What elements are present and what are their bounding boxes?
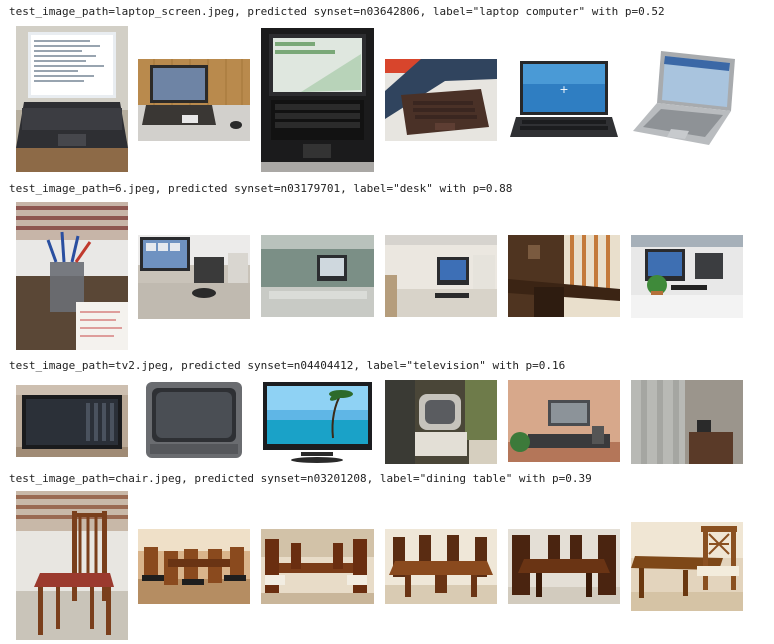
tv-stand-living-room-photo [508,380,620,462]
row-3-caption: test_image_path=tv2.jpeg, predicted syns… [9,359,566,372]
laptop-on-desk-photo [138,59,250,141]
workstation-desk-photo [385,235,497,317]
query-laptop-screen-photo [16,26,128,172]
carved-dining-table-photo [385,529,497,604]
row-4-caption: test_image_path=chair.jpeg, predicted sy… [9,472,592,485]
query-pencil-cup-desk-photo [16,202,128,350]
crt-television-photo [138,380,250,464]
row-2-caption: test_image_path=6.jpeg, predicted synset… [9,182,513,195]
desk-with-monitor-photo [138,235,250,319]
dining-chairs-corner-photo [631,522,743,611]
office-cubicle-photo [261,235,374,317]
dim-room-tv-photo [631,380,743,464]
silver-laptop-photo [631,49,738,151]
query-flat-tv-photo [16,385,128,457]
dining-room-chairs-photo [138,529,250,604]
flat-tv-beach-screen-photo [261,380,374,464]
row-1-caption: test_image_path=laptop_screen.jpeg, pred… [9,5,665,18]
svg-text:+: + [559,83,568,96]
dining-table-set-photo [261,529,374,604]
brown-laptop-photo [385,59,497,141]
blue-screen-laptop-photo: + [508,59,620,142]
black-laptop-photo [261,28,374,172]
dark-dining-table-photo [508,529,620,604]
query-wooden-chair-photo [16,491,128,640]
office-desk-with-plant-photo [631,235,743,318]
wooden-corner-desk-photo [508,235,620,317]
retro-tv-photo [385,380,497,464]
